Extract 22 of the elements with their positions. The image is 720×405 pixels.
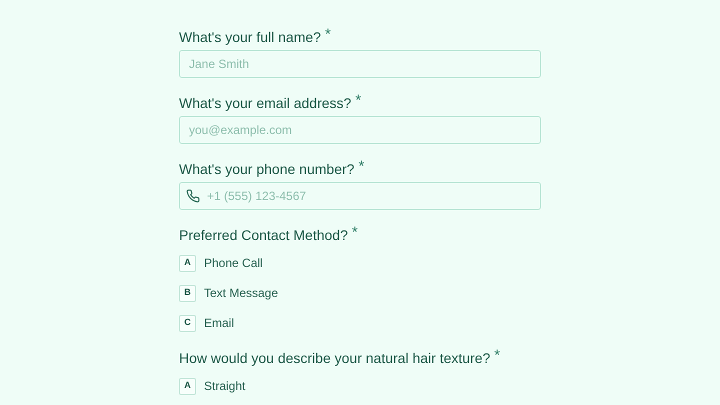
question-label: How would you describe your natural hair texture? (179, 349, 490, 367)
input-field[interactable]: you@example.com (179, 116, 541, 144)
option-label[interactable]: Text Message (204, 284, 278, 302)
question-label: What's your email address? (179, 94, 352, 112)
required-mark: * (324, 28, 331, 42)
option-label[interactable]: Straight (204, 377, 246, 395)
option-key[interactable]: B (179, 284, 196, 302)
option-key[interactable]: A (179, 254, 196, 272)
required-mark: * (494, 349, 500, 363)
input-field[interactable]: +1 (555) 123-4567 (179, 182, 541, 210)
required-mark: * (358, 160, 364, 174)
question-label: What's your full name? (179, 28, 321, 46)
input-field[interactable]: Jane Smith (179, 50, 541, 78)
required-mark: * (352, 226, 358, 240)
option-label[interactable]: Email (204, 314, 234, 332)
question-label: Preferred Contact Method? (179, 226, 348, 244)
required-mark: * (355, 94, 362, 108)
phone-icon (186, 189, 200, 203)
option-key[interactable]: A (179, 378, 196, 394)
option-key[interactable]: C (179, 314, 196, 332)
option-label[interactable]: Phone Call (204, 254, 263, 272)
question-label: What's your phone number? (179, 160, 354, 178)
